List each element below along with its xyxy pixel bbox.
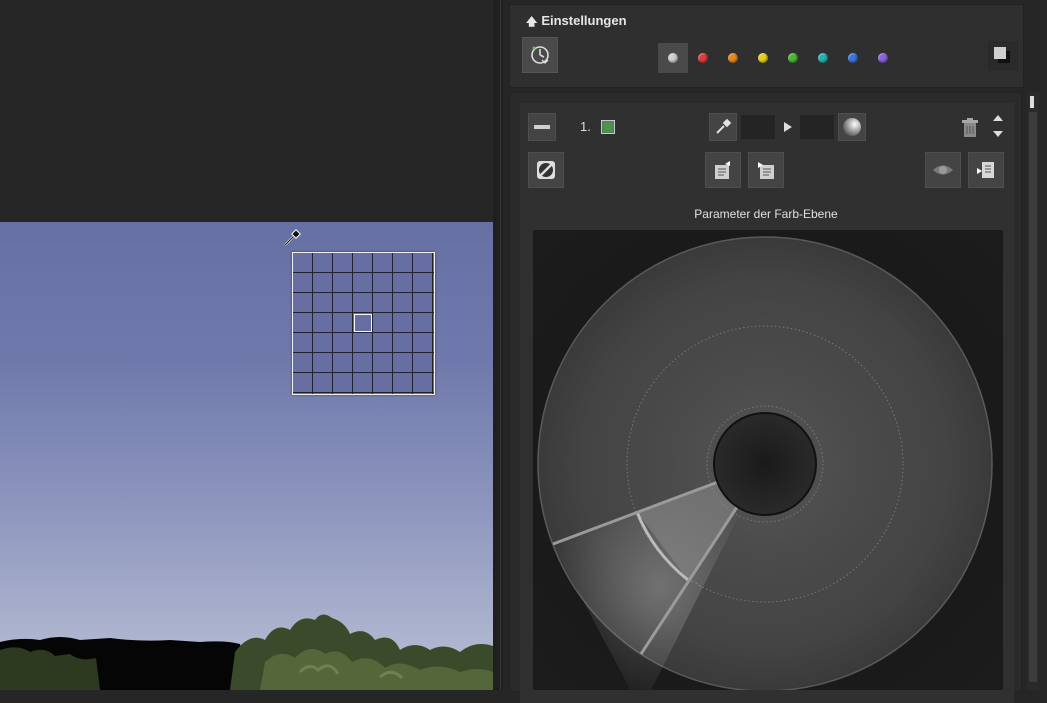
target-color-swatch[interactable] <box>800 115 834 139</box>
move-layer-down-button[interactable] <box>993 131 1003 139</box>
arrow-up-icon: 🡅 <box>526 16 538 28</box>
arrow-down-icon <box>993 131 1003 137</box>
cyan-dot-icon <box>818 53 828 63</box>
source-color-swatch[interactable] <box>741 115 775 139</box>
color-filter-blue-button[interactable] <box>838 43 868 73</box>
move-layer-up-button[interactable] <box>993 115 1003 123</box>
blue-dot-icon <box>848 53 858 63</box>
preset-dial-icon <box>531 46 549 64</box>
settings-title: Einstellungen <box>541 13 627 28</box>
pipette-cursor-icon <box>284 229 301 246</box>
settings-panel: 🡅 Einstellungen <box>509 4 1024 88</box>
play-arrow-icon <box>782 120 794 139</box>
import-layer-button[interactable] <box>748 152 784 188</box>
sphere-icon <box>843 118 861 136</box>
minus-icon <box>534 125 550 129</box>
settings-header[interactable]: 🡅 Einstellungen <box>526 13 627 32</box>
green-dot-icon <box>788 53 798 63</box>
color-filter-red-button[interactable] <box>688 43 718 73</box>
window-mode-button[interactable] <box>988 41 1018 71</box>
layer-params-title: Parameter der Farb-Ebene <box>694 207 838 221</box>
color-filter-green-button[interactable] <box>778 43 808 73</box>
scroll-thumb[interactable] <box>1030 96 1034 108</box>
invert-icon <box>537 161 555 179</box>
panel-divider[interactable] <box>493 0 503 690</box>
import-icon <box>758 162 774 179</box>
color-filter-yellow-button[interactable] <box>748 43 778 73</box>
color-filter-bar <box>658 43 898 73</box>
export-icon <box>715 161 730 179</box>
purple-dot-icon <box>878 53 888 63</box>
delete-layer-button[interactable] <box>956 114 984 142</box>
gray-dot-icon <box>668 53 678 63</box>
pipette-icon <box>716 118 732 134</box>
color-picker-loupe <box>292 252 435 395</box>
divider-line <box>500 0 501 690</box>
sphere-button[interactable] <box>838 113 866 141</box>
yellow-dot-icon <box>758 53 768 63</box>
scroll-track[interactable] <box>1029 112 1037 682</box>
pipette-button[interactable] <box>709 113 737 141</box>
color-wheel[interactable] <box>533 230 1003 690</box>
color-filter-purple-button[interactable] <box>868 43 898 73</box>
canvas-empty-area <box>0 0 493 222</box>
layer-color-swatch-icon[interactable] <box>601 120 615 134</box>
new-document-icon <box>977 162 994 178</box>
trash-icon <box>962 118 978 137</box>
visibility-button[interactable] <box>925 152 961 188</box>
panel-scrollbar[interactable] <box>1027 92 1039 690</box>
color-filter-orange-button[interactable] <box>718 43 748 73</box>
layer-number: 1. <box>580 119 591 134</box>
export-layer-button[interactable] <box>705 152 741 188</box>
window-mode-icon <box>994 47 1010 63</box>
red-dot-icon <box>698 53 708 63</box>
eye-icon <box>933 165 953 175</box>
new-layer-button[interactable] <box>968 152 1004 188</box>
arrow-up-icon <box>993 115 1003 121</box>
color-wheel-area[interactable] <box>533 230 1003 690</box>
orange-dot-icon <box>728 53 738 63</box>
invert-button[interactable] <box>528 152 564 188</box>
color-filter-cyan-button[interactable] <box>808 43 838 73</box>
loupe-center-cell <box>354 314 372 332</box>
wheel-center-hub <box>713 412 817 516</box>
color-filter-gray-button[interactable] <box>658 43 688 73</box>
preset-dial-button[interactable] <box>522 37 558 73</box>
collapse-layer-button[interactable] <box>528 113 556 141</box>
